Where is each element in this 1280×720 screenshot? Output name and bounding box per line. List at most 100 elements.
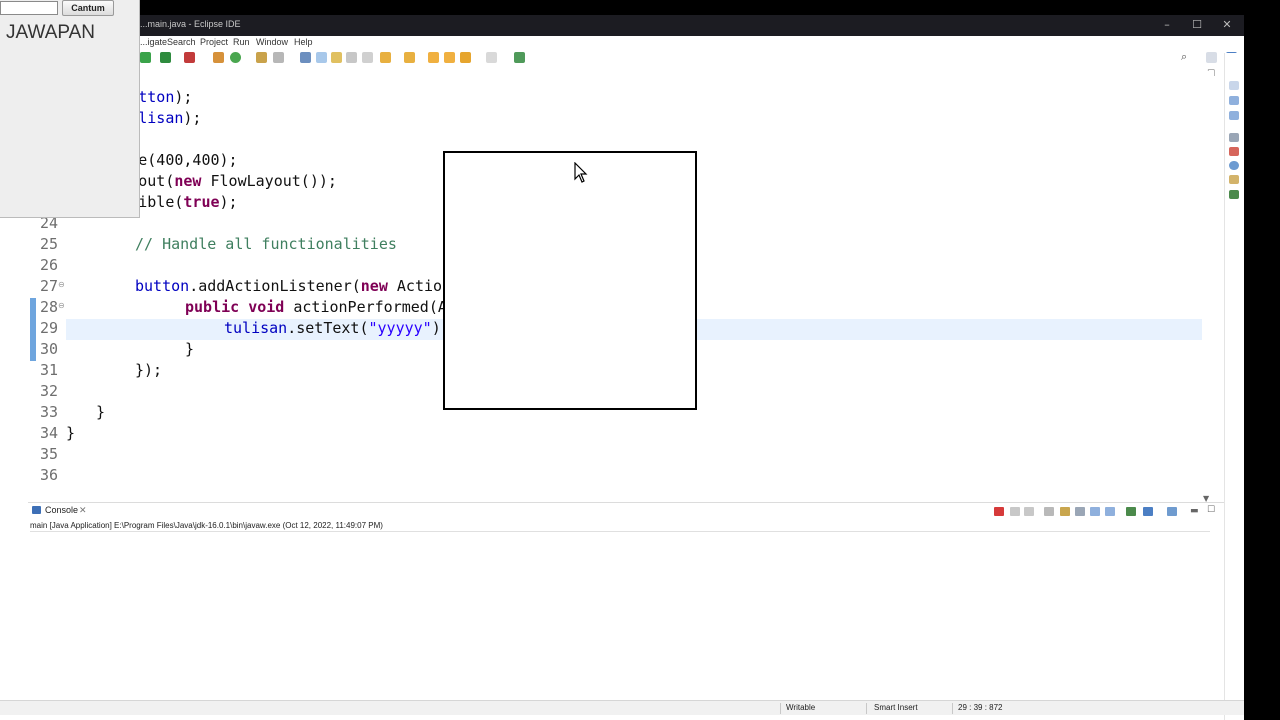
word-wrap-console-icon[interactable]	[1075, 507, 1085, 516]
last-edit-icon[interactable]	[428, 52, 439, 63]
status-writable: Writable	[786, 703, 816, 712]
menu-search[interactable]: Search	[167, 37, 196, 47]
next-annotation-icon[interactable]	[380, 52, 391, 63]
search-tool-icon[interactable]	[273, 52, 284, 63]
fold-icon[interactable]: ⊖	[58, 301, 65, 310]
menu-project[interactable]: Project	[200, 37, 228, 47]
line-number: 30	[39, 340, 58, 358]
console-maximize-icon[interactable]: ☐	[1207, 505, 1215, 515]
line-number: 27	[39, 277, 58, 295]
open-perspective-icon[interactable]	[1206, 52, 1217, 63]
scroll-lock-icon[interactable]	[1060, 507, 1070, 516]
status-cursor-position: 29 : 39 : 872	[958, 703, 1003, 712]
running-jframe-window[interactable]	[443, 151, 697, 410]
line-number: 26	[39, 256, 58, 274]
eclipse-titlebar: ...main.java - Eclipse IDE – ☐ ✕	[0, 15, 1244, 36]
prev-annotation-icon[interactable]	[404, 52, 415, 63]
terminate-icon[interactable]	[994, 507, 1004, 516]
maximize-button[interactable]: ☐	[1182, 16, 1212, 34]
toggle-mark-icon[interactable]	[316, 52, 327, 63]
console-output[interactable]	[30, 531, 1210, 689]
open-console-icon[interactable]	[1167, 507, 1177, 516]
console-tab-label: Console	[45, 505, 79, 515]
line-number: 28	[39, 298, 58, 316]
pin-console-icon[interactable]	[1126, 507, 1136, 516]
bookmarks-icon[interactable]	[1229, 175, 1239, 184]
line-number: 33	[39, 403, 58, 421]
line-number: 35	[39, 445, 58, 463]
display-console-icon[interactable]	[1143, 507, 1153, 516]
debug-icon[interactable]	[140, 52, 151, 63]
search-icon[interactable]: ⌕	[1181, 50, 1192, 63]
problems-icon[interactable]	[1229, 133, 1239, 142]
close-button[interactable]: ✕	[1212, 16, 1242, 34]
back-icon[interactable]	[444, 52, 455, 63]
code-comment: // Handle all functionalities	[135, 235, 397, 253]
line-number: 25	[39, 235, 58, 253]
status-separator	[780, 703, 781, 714]
mouse-pointer-icon	[574, 162, 588, 183]
forward-icon[interactable]	[486, 52, 497, 63]
status-separator	[866, 703, 867, 714]
menu-bar: ...igate Search Project Run Window Help	[0, 36, 1244, 50]
console-launch-description: main [Java Application] E:\Program Files…	[30, 521, 383, 530]
main-toolbar: ⌕	[0, 50, 1244, 66]
cantum-button[interactable]: Cantum	[62, 0, 114, 16]
console-minimize-icon[interactable]: ▬	[1190, 506, 1199, 516]
answer-label: JAWAPAN	[6, 22, 96, 43]
back-dropdown-icon[interactable]	[460, 52, 471, 63]
status-separator	[952, 703, 953, 714]
declaration-icon[interactable]	[1229, 161, 1239, 170]
code-text: }	[185, 340, 195, 358]
console-dock-icon[interactable]	[1229, 190, 1239, 199]
run-icon[interactable]	[160, 52, 171, 63]
menu-window[interactable]: Window	[256, 37, 288, 47]
annotation-icon[interactable]	[300, 52, 311, 63]
answer-input[interactable]	[0, 1, 58, 15]
block-select-icon[interactable]	[346, 52, 357, 63]
open-type-icon[interactable]	[256, 52, 267, 63]
line-number: 36	[39, 466, 58, 484]
outline-icon[interactable]	[1229, 81, 1239, 90]
line-number: 32	[39, 382, 58, 400]
console-tab[interactable]: Console	[32, 505, 78, 515]
remove-launch-icon[interactable]	[1010, 507, 1020, 516]
external-tools-icon[interactable]	[184, 52, 195, 63]
app-window: Cantum JAWAPAN	[0, 0, 140, 218]
code-line: 36	[30, 465, 1214, 486]
right-dock-toolbar	[1224, 53, 1244, 720]
word-wrap-icon[interactable]	[331, 52, 342, 63]
window-title: ...main.java - Eclipse IDE	[140, 19, 241, 29]
fold-icon[interactable]: ⊖	[58, 280, 65, 289]
show-whitespace-icon[interactable]	[362, 52, 373, 63]
show-on-error-icon[interactable]	[1105, 507, 1115, 516]
console-icon	[32, 506, 41, 514]
code-line: 34 }	[30, 423, 1214, 444]
status-bar: Writable Smart Insert 29 : 39 : 872	[0, 700, 1244, 715]
show-on-output-icon[interactable]	[1090, 507, 1100, 516]
perspective-icon[interactable]	[514, 52, 525, 63]
code-line: F.add(tulisan);	[30, 108, 1214, 129]
code-text: });	[135, 361, 163, 379]
clear-console-icon[interactable]	[1044, 507, 1054, 516]
javadoc-icon[interactable]	[1229, 147, 1239, 156]
status-insert-mode: Smart Insert	[874, 703, 918, 712]
hierarchy-icon[interactable]	[1229, 111, 1239, 120]
remove-all-icon[interactable]	[1024, 507, 1034, 516]
menu-run[interactable]: Run	[233, 37, 250, 47]
menu-navigate[interactable]: ...igate	[140, 37, 167, 47]
console-close-icon[interactable]: ✕	[79, 506, 87, 516]
minimize-button[interactable]: –	[1152, 16, 1182, 34]
menu-help[interactable]: Help	[294, 37, 313, 47]
code-text: }	[66, 424, 76, 442]
code-text: }	[96, 403, 106, 421]
code-line: 35	[30, 444, 1214, 465]
code-line: F.add(button);	[30, 87, 1214, 108]
line-number: 31	[39, 361, 58, 379]
new-package-icon[interactable]	[213, 52, 224, 63]
new-class-icon[interactable]	[230, 52, 241, 63]
line-number: 34	[39, 424, 58, 442]
code-text: tulisan.setText("yyyyy");	[224, 319, 450, 337]
task-list-icon[interactable]	[1229, 96, 1239, 105]
